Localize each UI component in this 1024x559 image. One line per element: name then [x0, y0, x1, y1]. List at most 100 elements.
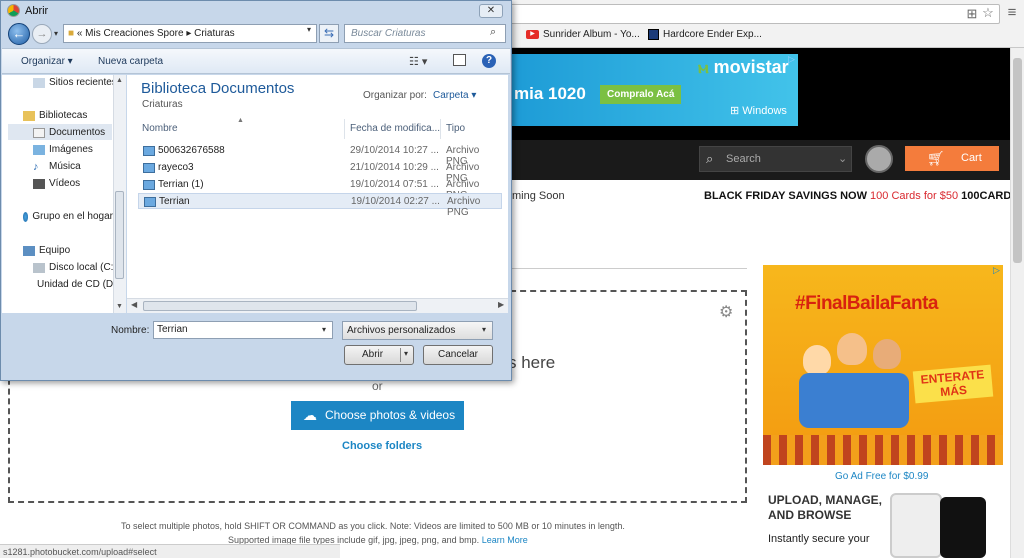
avatar[interactable] — [865, 145, 893, 173]
promo-coming-soon: ming Soon — [512, 190, 565, 202]
command-bar — [2, 48, 510, 74]
music-icon: ♪ — [33, 160, 39, 173]
forward-button[interactable]: → — [32, 24, 52, 44]
bookmark-sunrider[interactable]: ▶ Sunrider Album - Yo... — [526, 27, 640, 41]
bookmark-star-icon[interactable]: ☆ — [980, 4, 996, 22]
horizontal-scrollbar-thumb[interactable] — [143, 301, 417, 311]
nav-item-pictures[interactable]: Imágenes — [33, 144, 93, 155]
ad-cta-button[interactable]: Compralo Acá — [600, 85, 682, 104]
nav-item-recent[interactable]: Sitios recientes — [33, 77, 117, 88]
chevron-down-icon[interactable]: ▾ — [307, 25, 311, 34]
nav-item-disk-c[interactable]: Disco local (C:) — [33, 262, 117, 273]
choose-photos-button[interactable]: ☁ Choose photos & videos — [291, 401, 464, 430]
help-icon[interactable]: ? — [482, 54, 496, 68]
search-placeholder: Search — [726, 153, 761, 165]
ad-os-label: Windows — [742, 105, 787, 117]
nav-item-videos[interactable]: Vídeos — [33, 178, 80, 189]
column-header-name[interactable]: Nombre — [142, 123, 178, 134]
gear-icon[interactable]: ⚙ — [719, 302, 733, 322]
cancel-button[interactable]: Cancelar — [423, 345, 493, 365]
file-name: Terrian — [159, 196, 190, 207]
promo-text: Instantly secure your — [768, 533, 870, 545]
view-options-icon[interactable]: ☷ ▾ — [409, 55, 427, 68]
nav-item-cd-drive[interactable]: Unidad de CD (D:) — [33, 279, 113, 290]
page-scrollbar[interactable] — [1010, 48, 1024, 558]
scroll-up-icon[interactable]: ▲ — [116, 77, 123, 84]
cartoon-kid-2 — [837, 333, 867, 365]
open-options-dropdown-icon[interactable]: ▾ — [404, 349, 408, 358]
nav-label: Música — [49, 161, 81, 172]
ad-brand: movistar — [713, 57, 789, 77]
new-folder-button[interactable]: Nueva carpeta — [98, 56, 163, 67]
file-row[interactable]: 500632676588 29/10/2014 10:27 ... Archiv… — [141, 143, 501, 167]
preview-pane-icon[interactable] — [453, 54, 466, 66]
arrange-by-dropdown[interactable]: Carpeta ▾ — [433, 90, 476, 101]
file-row-selected[interactable]: Terrian 19/10/2014 02:27 ... Archivo PNG — [138, 193, 502, 218]
png-file-icon — [144, 197, 156, 207]
organize-menu[interactable]: Organizar ▾ — [21, 56, 73, 67]
file-date: 29/10/2014 10:27 ... — [350, 145, 439, 156]
learn-more-link[interactable]: Learn More — [482, 535, 528, 545]
file-type-select[interactable]: Archivos personalizados — [342, 321, 493, 340]
nav-label: Unidad de CD (D:) — [37, 279, 113, 290]
breadcrumb[interactable]: ■ « Mis Creaciones Spore ▸ Criaturas — [63, 24, 317, 43]
nav-item-documents[interactable]: Documentos — [33, 127, 105, 138]
movistar-ad[interactable]: mia 1020 Compralo Acá ⲙ movistar ⊞ Windo… — [508, 54, 798, 126]
scroll-down-icon[interactable]: ▼ — [116, 303, 123, 310]
dialog-titlebar[interactable] — [1, 1, 511, 21]
nav-item-homegroup[interactable]: Grupo en el hogar — [23, 211, 113, 222]
bookmark-favicon-icon — [648, 28, 659, 40]
nav-item-music[interactable]: ♪ Música — [33, 161, 81, 172]
back-button[interactable]: ← — [8, 23, 30, 45]
close-icon[interactable]: ✕ — [479, 4, 503, 18]
black-friday-promo[interactable]: BLACK FRIDAY SAVINGS NOW 100 Cards for $… — [704, 190, 1019, 202]
bookmark-hardcore-ender[interactable]: Hardcore Ender Exp... — [648, 27, 762, 41]
windows-icon: ⊞ — [730, 105, 740, 117]
cart-button[interactable]: 🛒︎ Cart — [905, 146, 999, 171]
scroll-left-icon[interactable]: ◀ — [131, 300, 137, 309]
address-bar[interactable] — [508, 4, 1000, 24]
cart-label: Cart — [961, 152, 982, 164]
png-file-icon — [143, 163, 155, 173]
nav-item-computer[interactable]: Equipo — [23, 245, 70, 256]
bookmark-label: Hardcore Ender Exp... — [663, 28, 762, 40]
nav-item-libraries[interactable]: Bibliotecas — [23, 110, 87, 121]
png-file-icon — [143, 146, 155, 156]
chevron-down-icon[interactable]: ▾ — [322, 325, 326, 334]
filename-input[interactable]: Terrian — [153, 321, 333, 339]
sort-ascending-icon: ▲ — [237, 117, 244, 124]
pictures-icon — [33, 144, 45, 155]
drag-hint: s here — [508, 353, 556, 372]
menu-icon[interactable]: ≡ — [1004, 4, 1020, 22]
divider — [512, 268, 747, 269]
scrollbar-thumb[interactable] — [1013, 58, 1022, 263]
file-date: 21/10/2014 10:29 ... — [350, 162, 439, 173]
file-row[interactable]: rayeco3 21/10/2014 10:29 ... Archivo PNG — [141, 160, 501, 184]
breadcrumb-path: « Mis Creaciones Spore ▸ Criaturas — [76, 28, 235, 39]
nav-scrollbar-thumb[interactable] — [115, 191, 124, 279]
search-input[interactable]: Buscar Criaturas — [344, 24, 506, 43]
refresh-icon[interactable]: ⇆ — [319, 24, 339, 43]
nav-label: Equipo — [39, 245, 71, 256]
adchoices-icon[interactable]: ▷ — [993, 265, 1000, 276]
history-dropdown-icon[interactable]: ▾ — [54, 29, 58, 38]
scroll-right-icon[interactable]: ▶ — [498, 300, 504, 309]
column-header-date[interactable]: Fecha de modifica... — [350, 123, 440, 134]
chevron-down-icon[interactable]: ⌄ — [838, 147, 847, 171]
fanta-cta[interactable]: ENTERATE MÁS — [912, 364, 994, 404]
site-search-input[interactable]: ⌕ Search ⌄ — [699, 146, 852, 172]
column-divider[interactable] — [440, 119, 441, 139]
adchoices-icon[interactable]: ▷ — [788, 54, 795, 65]
chevron-down-icon[interactable]: ▾ — [482, 325, 486, 334]
column-divider[interactable] — [344, 119, 345, 139]
column-header-type[interactable]: Tipo — [446, 123, 465, 134]
nav-label: Documentos — [49, 127, 106, 138]
go-ad-free-link[interactable]: Go Ad Free for $0.99 — [835, 471, 928, 482]
bookmark-label: Sunrider Album - Yo... — [543, 28, 640, 40]
translate-icon[interactable]: ⊞ — [964, 5, 980, 23]
videos-icon — [33, 178, 45, 189]
choose-folders-link[interactable]: Choose folders — [342, 440, 422, 452]
file-row[interactable]: Terrian (1) 19/10/2014 07:51 ... Archivo… — [141, 177, 501, 201]
file-name: 500632676588 — [158, 145, 225, 156]
fanta-ad-title: #FinalBailaFanta — [795, 293, 939, 314]
